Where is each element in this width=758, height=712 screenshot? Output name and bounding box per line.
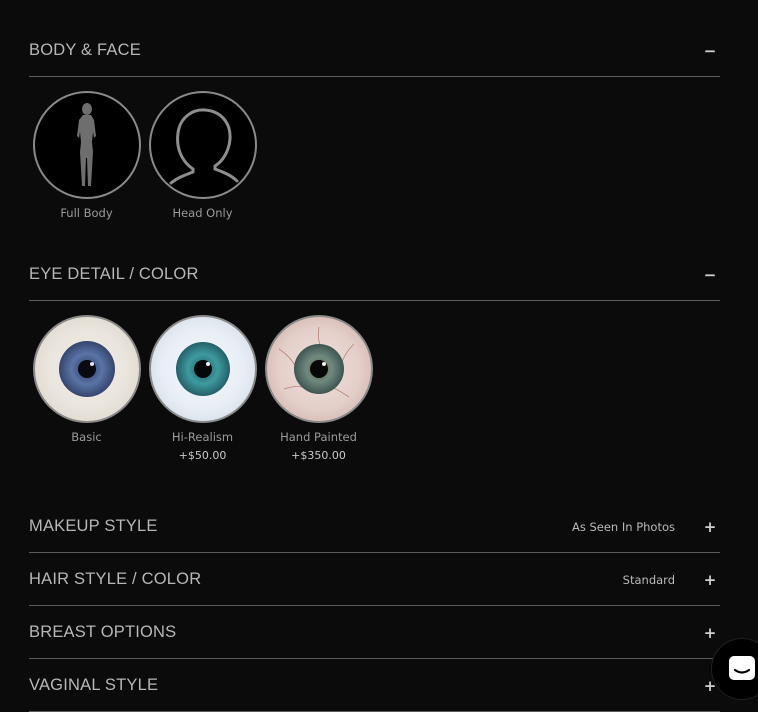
section-title: BREAST OPTIONS <box>29 623 177 641</box>
section-header-eye-detail[interactable]: EYE DETAIL / COLOR − <box>29 249 720 301</box>
eye-hi-realism-image <box>148 315 257 423</box>
section-hair-style: HAIR STYLE / COLOR Standard + <box>29 554 720 606</box>
eye-hand-painted-image <box>264 315 373 423</box>
section-header-body-face[interactable]: BODY & FACE − <box>29 25 720 77</box>
header-right: − <box>701 42 720 60</box>
section-header-hair-style[interactable]: HAIR STYLE / COLOR Standard + <box>29 554 720 606</box>
section-header-vaginal-style[interactable]: VAGINAL STYLE + <box>29 660 720 712</box>
header-right: As Seen In Photos + <box>572 518 720 536</box>
section-title: HAIR STYLE / COLOR <box>29 570 202 588</box>
eye-basic-image <box>32 315 141 423</box>
selected-value: As Seen In Photos <box>571 519 675 534</box>
female-silhouette-icon <box>32 91 141 199</box>
expand-icon[interactable]: + <box>701 624 719 642</box>
option-eye-basic[interactable]: Basic <box>30 315 143 462</box>
section-header-makeup-style[interactable]: MAKEUP STYLE As Seen In Photos + <box>29 501 720 553</box>
collapse-icon[interactable]: − <box>701 42 719 60</box>
option-price: +$50.00 <box>178 449 227 462</box>
section-vaginal-style: VAGINAL STYLE + <box>29 660 720 712</box>
option-label: Hi-Realism <box>171 430 234 444</box>
expand-icon[interactable]: + <box>701 571 719 589</box>
option-label: Basic <box>71 430 102 444</box>
section-breast-options: BREAST OPTIONS + <box>29 607 720 659</box>
section-body-face: BODY & FACE − <box>29 25 720 77</box>
section-title: BODY & FACE <box>29 41 141 59</box>
section-makeup-style: MAKEUP STYLE As Seen In Photos + <box>29 501 720 553</box>
option-label: Hand Painted <box>280 430 357 444</box>
chat-bubble-icon <box>729 656 755 680</box>
option-full-body[interactable]: Full Body <box>30 91 143 220</box>
selected-value: Standard <box>622 572 675 587</box>
option-eye-hi-realism[interactable]: Hi-Realism +$50.00 <box>146 315 259 462</box>
option-label: Head Only <box>172 206 233 220</box>
header-right: − <box>701 266 720 284</box>
head-outline-icon <box>148 91 257 199</box>
option-price: +$350.00 <box>291 449 346 462</box>
collapse-icon[interactable]: − <box>701 266 719 284</box>
eye-options: Basic Hi-Realism +$50.00 Hand Painted +$… <box>30 315 378 462</box>
section-title: VAGINAL STYLE <box>29 676 159 694</box>
section-title: MAKEUP STYLE <box>29 517 158 535</box>
option-head-only[interactable]: Head Only <box>146 91 259 220</box>
header-right: Standard + <box>623 571 720 589</box>
section-header-breast-options[interactable]: BREAST OPTIONS + <box>29 607 720 659</box>
section-title: EYE DETAIL / COLOR <box>29 265 199 283</box>
header-right: + <box>701 624 720 642</box>
expand-icon[interactable]: + <box>701 518 719 536</box>
body-options: Full Body Head Only <box>30 91 262 220</box>
option-label: Full Body <box>60 206 113 220</box>
option-eye-hand-painted[interactable]: Hand Painted +$350.00 <box>262 315 375 462</box>
section-eye-detail: EYE DETAIL / COLOR − <box>29 249 720 301</box>
